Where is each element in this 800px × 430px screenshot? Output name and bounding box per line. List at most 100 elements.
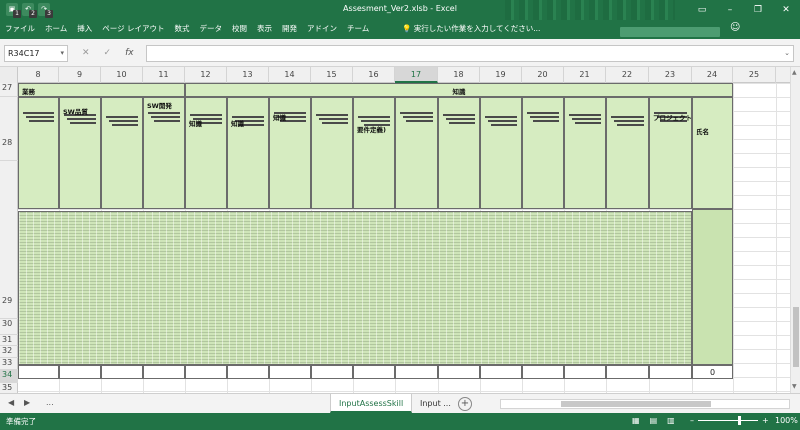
normal-view-icon[interactable]: ▦ [632,416,640,425]
row-30-cell-16[interactable] [353,365,395,379]
vertical-scrollbar[interactable]: ▲ ▼ [790,67,800,393]
row-30-cell-23[interactable] [649,365,692,379]
column-header-23[interactable]: 23 [649,67,692,83]
close-icon[interactable]: ✕ [772,0,800,20]
expand-formula-icon[interactable]: ⌄ [784,49,790,57]
tab-input-next[interactable]: Input ... [412,394,459,413]
row-header-27[interactable]: 27 [0,83,18,97]
restore-icon[interactable]: ❐ [744,0,772,20]
sheet-more-left[interactable]: ... [46,398,54,407]
row-30-cell-22[interactable] [606,365,649,379]
skill-header-col-8[interactable] [18,97,59,209]
column-header-20[interactable]: 20 [522,67,564,83]
skill-header-col-12[interactable]: 知識 [185,97,227,209]
name-data-column[interactable] [692,209,733,365]
ribbon-options-icon[interactable]: ▭ [688,0,716,20]
scroll-down-icon[interactable]: ▼ [792,383,797,390]
skill-header-col-15[interactable] [311,97,353,209]
row-header-32[interactable]: 32 [0,346,18,358]
row-30-cell-11[interactable] [143,365,185,379]
column-header-14[interactable]: 14 [269,67,311,83]
column-header-21[interactable]: 21 [564,67,606,83]
insert-function-icon[interactable]: fx [125,48,134,58]
header-gyomu[interactable]: 業務 [18,83,185,97]
sheet-next-icon[interactable]: ▶ [24,398,30,407]
column-header-19[interactable]: 19 [480,67,522,83]
zoom-percent[interactable]: 100% [775,416,798,425]
row-header-28[interactable]: 28 [0,97,18,161]
zoom-track[interactable] [698,416,758,425]
row-30-cell-10[interactable] [101,365,143,379]
page-layout-view-icon[interactable]: ▤ [650,416,658,425]
cancel-icon[interactable]: ✕ [82,48,90,58]
scroll-up-icon[interactable]: ▲ [792,69,797,76]
skill-header-col-10[interactable] [101,97,143,209]
row-30-cell-12[interactable] [185,365,227,379]
row-header-35[interactable]: 35 [0,383,18,393]
account-icon[interactable]: ☺ [730,22,740,33]
skill-header-col-14[interactable]: 知識 [269,97,311,209]
skill-header-col-13[interactable]: 知識 [227,97,269,209]
horizontal-scroll-thumb[interactable] [561,401,711,407]
skill-data-area[interactable] [18,211,692,365]
row-30-cell-14[interactable] [269,365,311,379]
skill-header-col-16[interactable]: 要件定義) [353,97,395,209]
skill-header-col-21[interactable] [564,97,606,209]
page-break-view-icon[interactable]: ▥ [667,416,675,425]
tab-view[interactable]: 表示 [257,23,272,34]
tab-home[interactable]: ホーム [45,23,67,34]
row-header-29[interactable]: 29 [0,161,18,319]
tab-inputassessskill[interactable]: InputAssessSkill [330,394,413,413]
row-30-cell-18[interactable] [438,365,480,379]
total-cell[interactable]: 0 [692,365,733,379]
tab-formulas[interactable]: 数式 [175,23,190,34]
row-30-cell-17[interactable] [395,365,438,379]
skill-header-col-18[interactable] [438,97,480,209]
formula-input[interactable] [146,45,794,62]
tab-review[interactable]: 校閲 [232,23,247,34]
skill-header-col-22[interactable] [606,97,649,209]
column-header-11[interactable]: 11 [143,67,185,83]
tab-addins[interactable]: アドイン [307,23,337,34]
select-all-corner[interactable] [0,67,18,83]
tab-team[interactable]: チーム [347,23,369,34]
column-header-8[interactable]: 8 [18,67,59,83]
tab-page-layout[interactable]: ページ レイアウト [102,23,164,34]
name-box[interactable]: R34C17 ▾ [4,45,68,62]
zoom-slider[interactable]: – + [690,416,769,425]
row-header-34[interactable]: 34 [0,370,18,383]
horizontal-scrollbar[interactable] [500,399,790,409]
zoom-knob[interactable] [738,416,741,425]
row-30-cell-21[interactable] [564,365,606,379]
column-header-10[interactable]: 10 [101,67,143,83]
zoom-out-icon[interactable]: – [690,416,694,425]
row-30-cell-19[interactable] [480,365,522,379]
row-30-cell-9[interactable] [59,365,101,379]
vertical-scroll-thumb[interactable] [793,307,799,367]
tab-developer[interactable]: 開発 [282,23,297,34]
header-shimei[interactable]: 氏名 [692,97,733,209]
tell-me-box[interactable]: 💡 実行したい作業を入力してください... [402,23,540,34]
column-header-24[interactable]: 24 [692,67,733,83]
worksheet-grid[interactable]: 8 9 10 11 12 13 14 15 16 17 18 19 20 21 22 23 24 25 27 28… [0,67,790,393]
add-sheet-button[interactable]: + [458,397,472,411]
header-chishiki-top[interactable]: 知識 [185,83,733,97]
skill-header-col-9[interactable]: SW品質 [59,97,101,209]
sheet-prev-icon[interactable]: ◀ [8,398,14,407]
column-header-9[interactable]: 9 [59,67,101,83]
tab-insert[interactable]: 挿入 [77,23,92,34]
tab-file[interactable]: ファイル [5,23,35,34]
column-header-18[interactable]: 18 [438,67,480,83]
row-30-cell-8[interactable] [18,365,59,379]
column-header-16[interactable]: 16 [353,67,395,83]
row-30-cell-15[interactable] [311,365,353,379]
column-header-13[interactable]: 13 [227,67,269,83]
row-30-cell-20[interactable] [522,365,564,379]
minimize-icon[interactable]: – [716,0,744,20]
column-header-25[interactable]: 25 [733,67,776,83]
zoom-in-icon[interactable]: + [762,416,769,425]
column-header-17[interactable]: 17 [395,67,438,83]
tab-data[interactable]: データ [200,23,223,34]
skill-header-col-17[interactable] [395,97,438,209]
column-header-15[interactable]: 15 [311,67,353,83]
